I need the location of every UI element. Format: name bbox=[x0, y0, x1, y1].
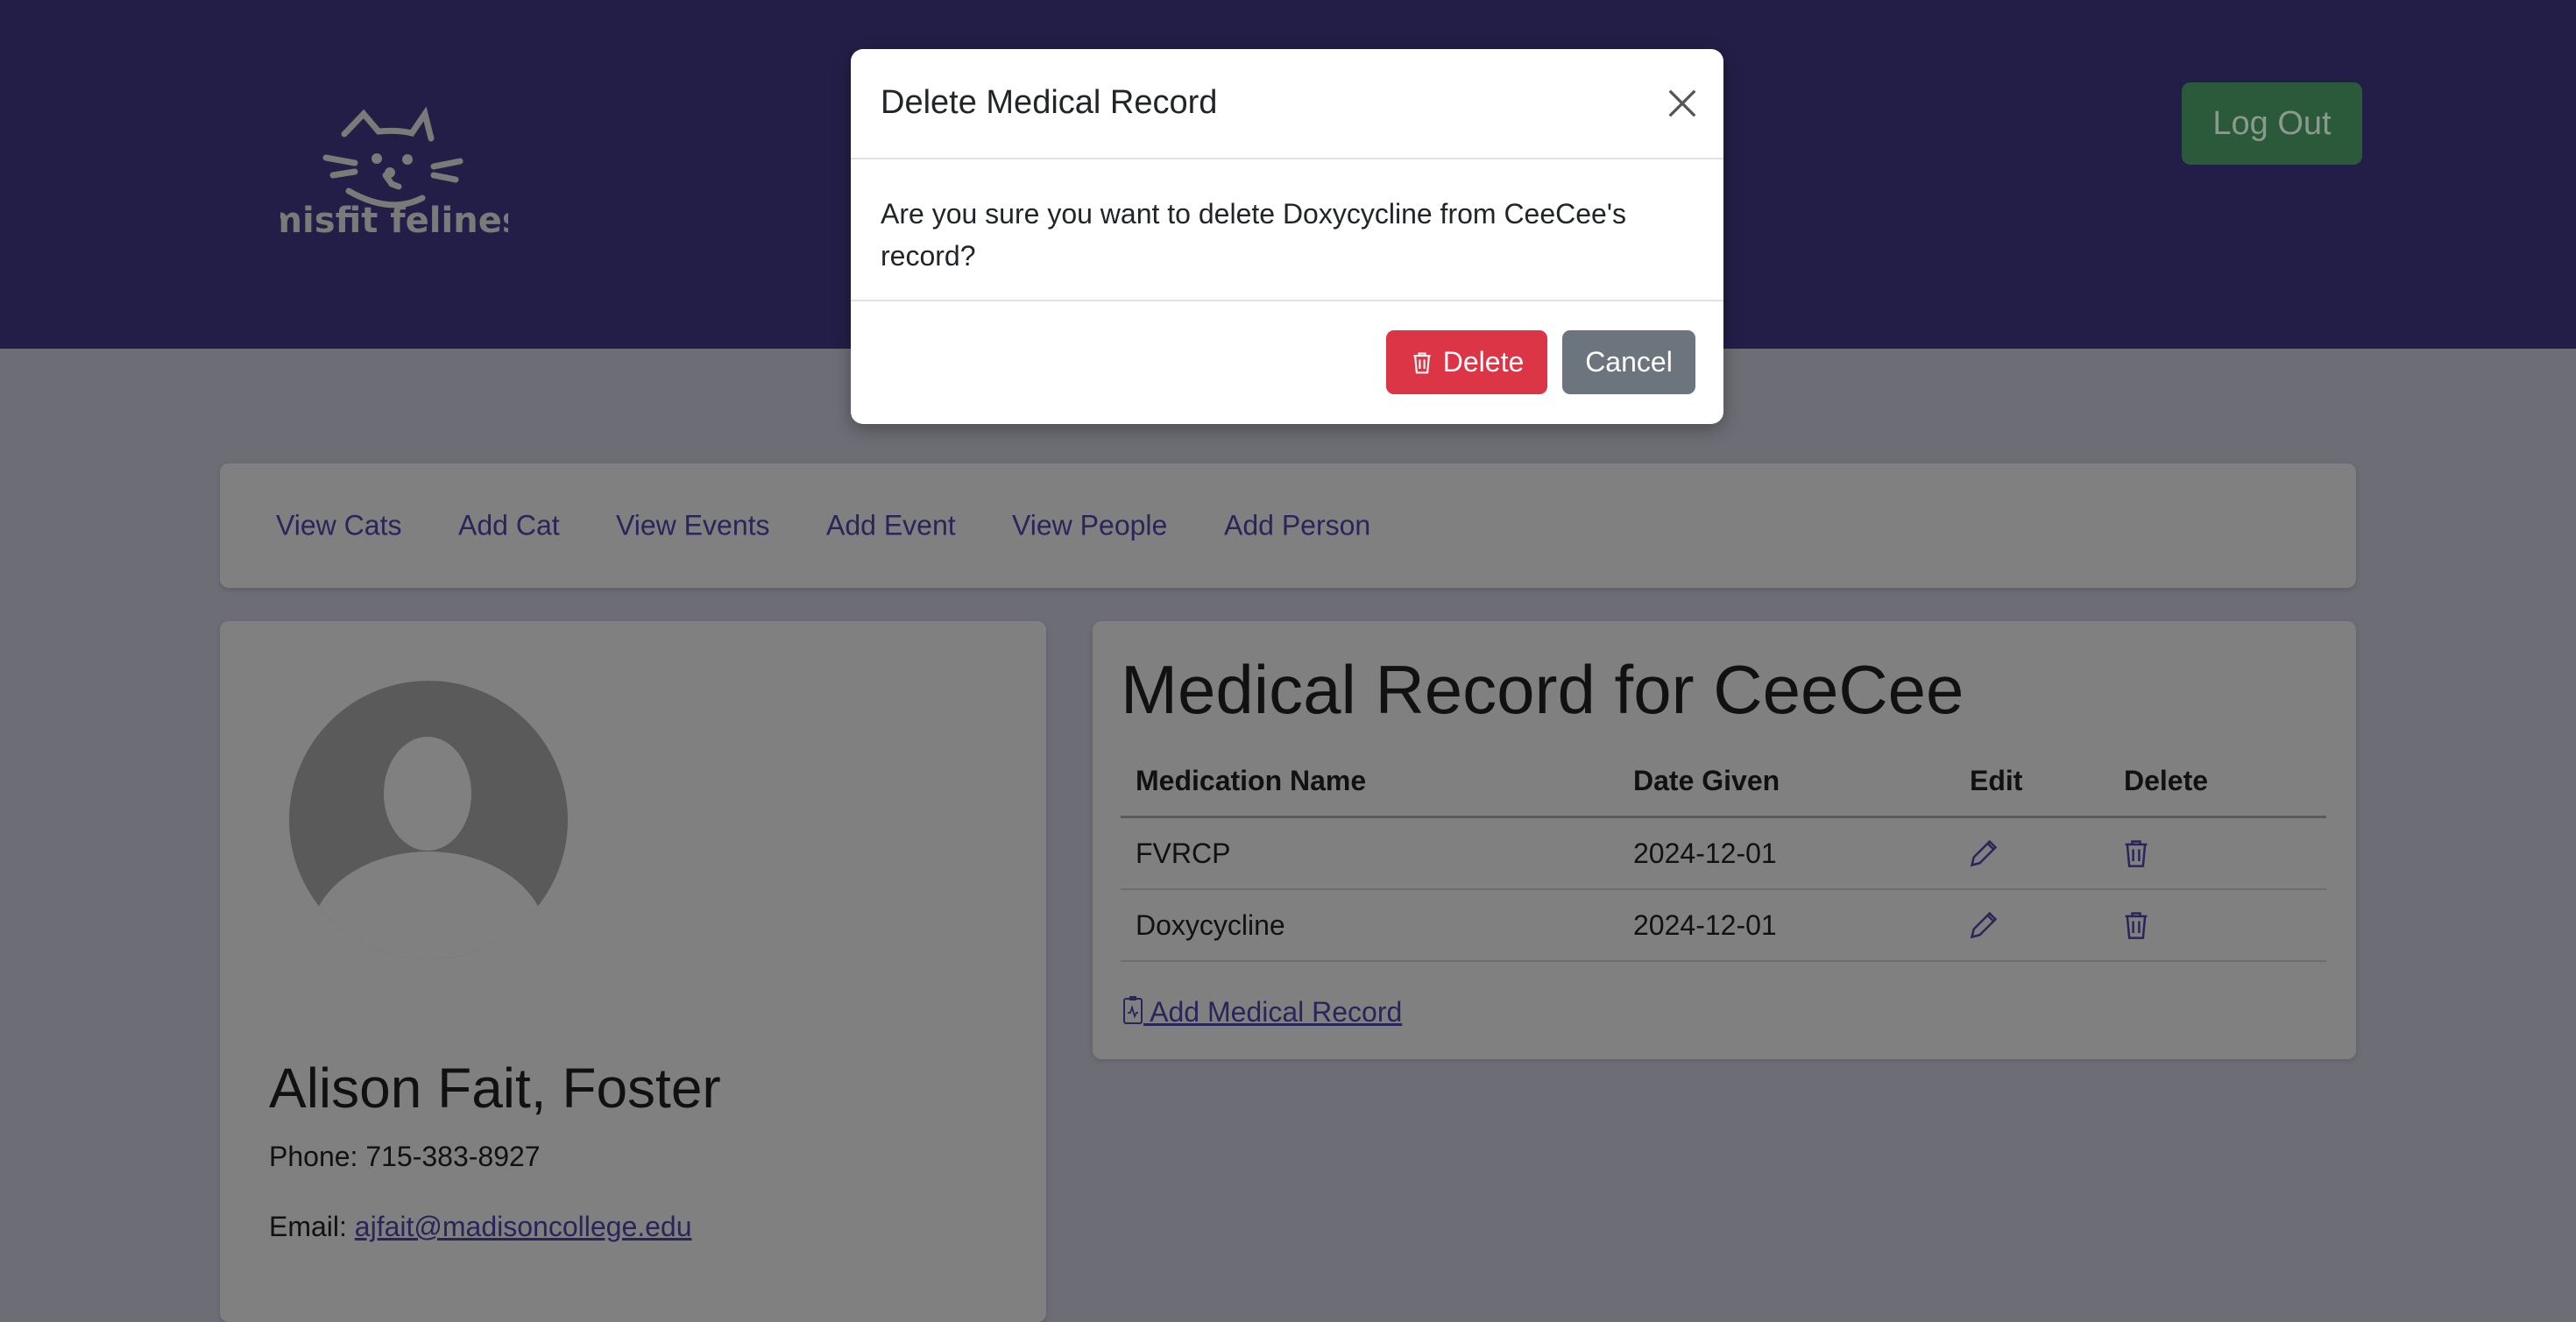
col-delete: Delete bbox=[2124, 765, 2209, 796]
medication-name: FVRCP bbox=[1136, 838, 1231, 869]
svg-text:misfit felines: misfit felines bbox=[280, 201, 508, 237]
add-medical-record-label: Add Medical Record bbox=[1143, 996, 1403, 1028]
nav-view-events[interactable]: View Events bbox=[616, 510, 770, 542]
person-email: Email: ajfait@madisoncollege.edu bbox=[269, 1211, 692, 1243]
modal-message-line2: record? bbox=[881, 240, 976, 272]
avatar bbox=[289, 681, 568, 959]
misfit-felines-logo[interactable]: misfit felines bbox=[280, 88, 508, 237]
modal-message-line1: Are you sure you want to delete Doxycycl… bbox=[881, 198, 1626, 230]
pencil-icon[interactable] bbox=[1968, 909, 1999, 941]
email-link[interactable]: ajfait@madisoncollege.edu bbox=[355, 1211, 692, 1242]
pencil-icon[interactable] bbox=[1968, 838, 1999, 869]
delete-button[interactable]: Delete bbox=[1386, 330, 1547, 394]
close-icon[interactable] bbox=[1666, 87, 1699, 120]
modal-title: Delete Medical Record bbox=[881, 84, 1218, 121]
logout-button[interactable]: Log Out bbox=[2182, 82, 2362, 165]
nav-bar: View Cats Add Cat View Events Add Event … bbox=[220, 463, 2356, 588]
col-medication-name: Medication Name bbox=[1136, 765, 1367, 796]
person-name: Alison Fait, Foster bbox=[269, 1057, 721, 1120]
modal-message: Are you sure you want to delete Doxycycl… bbox=[881, 193, 1626, 277]
phone-label: Phone: bbox=[269, 1141, 358, 1172]
medication-name: Doxycycline bbox=[1136, 909, 1285, 941]
date-given: 2024-12-01 bbox=[1633, 838, 1777, 869]
medical-record-title: Medical Record for CeeCee bbox=[1121, 651, 1964, 728]
nav-view-people[interactable]: View People bbox=[1012, 510, 1167, 542]
delete-confirmation-modal: Delete Medical Record Are you sure you w… bbox=[851, 49, 1723, 424]
nav-add-cat[interactable]: Add Cat bbox=[458, 510, 560, 542]
col-date-given: Date Given bbox=[1633, 765, 1780, 796]
person-phone: Phone: 715-383-8927 bbox=[269, 1141, 541, 1173]
email-label: Email: bbox=[269, 1211, 347, 1242]
delete-label: Delete bbox=[1442, 346, 1525, 378]
nav-view-cats[interactable]: View Cats bbox=[276, 510, 401, 542]
clipboard-pulse-icon bbox=[1123, 996, 1143, 1024]
trash-icon[interactable] bbox=[2120, 908, 2152, 942]
add-medical-record-link[interactable]: Add Medical Record bbox=[1122, 995, 1402, 1029]
nav-add-person[interactable]: Add Person bbox=[1224, 510, 1370, 542]
cancel-button[interactable]: Cancel bbox=[1562, 330, 1695, 394]
date-given: 2024-12-01 bbox=[1633, 909, 1777, 941]
trash-icon[interactable] bbox=[2120, 837, 2152, 870]
nav-add-event[interactable]: Add Event bbox=[826, 510, 956, 542]
trash-icon bbox=[1413, 351, 1431, 373]
phone-value: 715-383-8927 bbox=[365, 1141, 541, 1172]
col-edit: Edit bbox=[1970, 765, 2023, 796]
